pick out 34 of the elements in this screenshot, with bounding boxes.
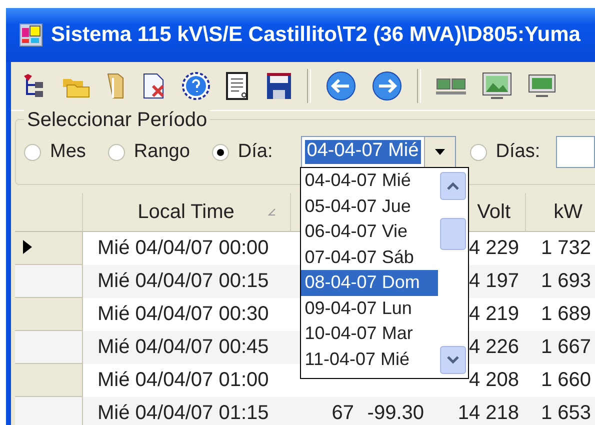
dropdown-item[interactable]: 04-04-07 Mié <box>300 168 438 194</box>
table-cell: 1 689 <box>540 302 591 324</box>
table-cell: 1 660 <box>540 368 591 390</box>
radio-option[interactable]: Día: <box>212 141 273 163</box>
dropdown-item[interactable]: 10-04-07 Mar <box>300 321 438 346</box>
radio-option[interactable]: Mes <box>24 141 86 163</box>
table-cell: Mié 04/04/07 00:00 <box>98 236 269 259</box>
table-cell: 67 <box>332 402 354 424</box>
table-cell: 4 219 <box>468 302 519 324</box>
dropdown-value: 04-04-07 Mié <box>304 140 421 164</box>
window-title: Sistema 115 kV\S/E Castillito\T2 (36 MVA)\D805:Yuma <box>51 23 580 47</box>
table-cell: 4 197 <box>468 270 519 292</box>
table-cell: 4 226 <box>468 336 519 358</box>
table-cell: 14 218 <box>458 402 519 424</box>
table-cell: 1 667 <box>540 336 591 358</box>
column-header[interactable]: kW <box>525 193 595 232</box>
table-cell: 1 653 <box>540 402 591 424</box>
table-cell: 4 208 <box>468 368 519 390</box>
table-cell: Mié 04/04/07 01:00 <box>98 368 269 390</box>
dropdown-item[interactable]: 08-04-07 Dom <box>300 270 438 296</box>
table-cell: Mié 04/04/07 00:45 <box>98 336 269 358</box>
table-cell: 1 693 <box>540 270 591 292</box>
table-cell: 1 732 <box>540 236 591 259</box>
table-cell: Mié 04/04/07 00:30 <box>98 302 269 324</box>
dropdown-item[interactable]: 09-04-07 Lun <box>300 296 438 321</box>
table-cell: -99.30 <box>367 402 424 424</box>
dropdown-item[interactable]: 11-04-07 Mié <box>300 346 438 372</box>
radio-option[interactable]: Días: <box>470 141 540 163</box>
table-cell: Mié 04/04/07 01:15 <box>98 402 269 424</box>
table-cell: Mié 04/04/07 00:15 <box>98 270 269 292</box>
dropdown-item[interactable]: 07-04-07 Sáb <box>300 244 438 270</box>
column-header[interactable]: Local Time <box>82 193 290 232</box>
radio-option[interactable]: Rango <box>108 141 190 163</box>
table-cell: 4 229 <box>468 236 519 259</box>
